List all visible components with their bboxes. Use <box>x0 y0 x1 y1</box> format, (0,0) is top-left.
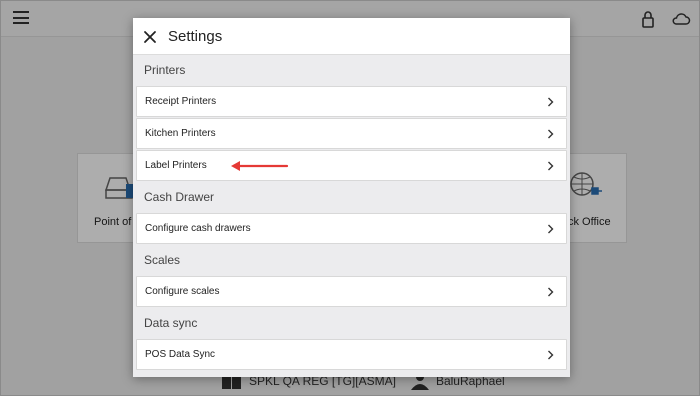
receipt-printers-row[interactable]: Receipt Printers <box>136 86 567 117</box>
chevron-right-icon <box>548 287 554 297</box>
dialog-header: Settings <box>133 18 570 55</box>
pos-data-sync-row[interactable]: POS Data Sync <box>136 339 567 370</box>
row-label: Label Printers <box>145 160 207 171</box>
section-title-data-sync: Data sync <box>144 316 198 330</box>
dialog-title: Settings <box>168 28 223 45</box>
row-label: Receipt Printers <box>145 96 217 107</box>
kitchen-printers-row[interactable]: Kitchen Printers <box>136 118 567 149</box>
configure-scales-row[interactable]: Configure scales <box>136 276 567 307</box>
settings-dialog: Settings Printers Receipt Printers Kitch… <box>133 18 570 377</box>
label-printers-row[interactable]: Label Printers <box>136 150 567 181</box>
row-label: Configure cash drawers <box>145 223 251 234</box>
chevron-right-icon <box>548 161 554 171</box>
settings-list: Printers Receipt Printers Kitchen Printe… <box>133 55 570 370</box>
chevron-right-icon <box>548 129 554 139</box>
row-label: Kitchen Printers <box>145 128 216 139</box>
section-title-scales: Scales <box>144 253 181 267</box>
app-frame: Point of S ck Office SPKL QA REG [TG][AS… <box>0 0 700 396</box>
row-label: Configure scales <box>145 286 220 297</box>
configure-cash-drawers-row[interactable]: Configure cash drawers <box>136 213 567 244</box>
close-icon[interactable] <box>139 26 161 48</box>
section-title-cash-drawer: Cash Drawer <box>144 190 215 204</box>
row-label: POS Data Sync <box>145 349 216 360</box>
section-title-printers: Printers <box>144 63 186 77</box>
chevron-right-icon <box>548 350 554 360</box>
chevron-right-icon <box>548 224 554 234</box>
annotation-arrow-icon <box>231 161 289 171</box>
chevron-right-icon <box>548 97 554 107</box>
